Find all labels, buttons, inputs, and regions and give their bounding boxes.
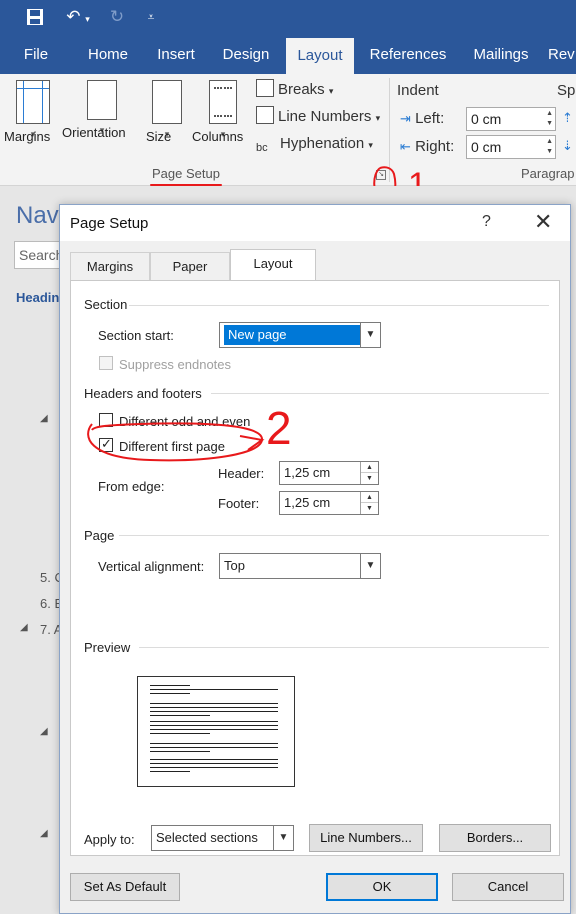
divider [119, 535, 549, 536]
tab-layout[interactable]: Layout [286, 38, 354, 74]
indent-right-icon: ⇤ [400, 139, 411, 154]
divider [211, 393, 549, 394]
cancel-button[interactable]: Cancel [452, 873, 564, 901]
set-as-default-button[interactable]: Set As Default [70, 873, 180, 901]
indent-left-input[interactable]: 0 cm ▲ ▼ [466, 107, 556, 131]
tab-paper[interactable]: Paper [150, 252, 230, 280]
nav-expand-icon[interactable]: ◢ [40, 413, 48, 424]
columns-icon [209, 80, 237, 124]
spinner-icon[interactable]: ▲ ▼ [546, 109, 553, 129]
suppress-endnotes-label: Suppress endnotes [119, 357, 232, 372]
spinner-icon[interactable]: ▲ ▼ [546, 137, 553, 157]
tab-insert[interactable]: Insert [148, 36, 204, 74]
tab-references[interactable]: References [362, 36, 454, 74]
indent-heading: Indent [397, 82, 439, 99]
paragraph-group-label: Paragrap [521, 166, 575, 181]
nav-headings-tab[interactable]: Headin [16, 290, 59, 305]
nav-expand-icon[interactable]: ◢ [40, 828, 48, 839]
from-edge-label: From edge: [98, 479, 165, 494]
breaks-icon [256, 79, 274, 97]
apply-to-label: Apply to: [84, 832, 135, 847]
size-button[interactable]: Size ▾ [146, 80, 188, 144]
page-setup-dialog: Page Setup ? ✕ Margins Paper Layout Sect… [59, 204, 571, 914]
margins-icon [16, 80, 50, 124]
nav-expand-icon[interactable]: ◢ [20, 622, 28, 633]
columns-button[interactable]: Columns ▾ [192, 80, 254, 144]
header-label: Header: [218, 466, 265, 481]
vertical-alignment-select[interactable]: Top ▼ [219, 553, 381, 579]
breaks-button[interactable]: Breaks ▾ [256, 78, 333, 102]
nav-search-input[interactable]: Search [14, 241, 64, 269]
divider [129, 305, 549, 306]
hyphenation-button[interactable]: bc Hyphenation ▾ [256, 132, 373, 156]
tab-file[interactable]: File [12, 36, 60, 74]
annotation-two: 2 [87, 402, 292, 462]
spacing-before-icon: ⇡ [562, 110, 573, 125]
line-numbers-dialog-button[interactable]: Line Numbers... [309, 824, 423, 852]
indent-left-icon: ⇥ [400, 111, 411, 126]
indent-right-input[interactable]: 0 cm ▲ ▼ [466, 135, 556, 159]
dialog-title: Page Setup [70, 215, 149, 232]
tab-layout-dialog[interactable]: Layout [230, 249, 316, 281]
preview-heading: Preview [84, 640, 131, 655]
footer-label: Footer: [218, 496, 260, 511]
ok-button[interactable]: OK [326, 873, 438, 901]
ribbon-tabs: File Home Insert Design Layout Reference… [0, 36, 576, 74]
spacing-after-icon: ⇣ [562, 138, 573, 153]
hyphenation-icon: bc [256, 142, 268, 154]
layout-tab-panel: Section Section start: New page ▼ Suppre… [70, 280, 560, 856]
indent-right-label: ⇤ Right: [400, 138, 455, 155]
undo-icon[interactable]: ↶ ▾ [58, 4, 98, 30]
page-preview [137, 676, 295, 787]
nav-expand-icon[interactable]: ◢ [40, 726, 48, 737]
section-start-label: Section start: [98, 328, 174, 343]
page-heading: Page [84, 528, 115, 543]
borders-button[interactable]: Borders... [439, 824, 551, 852]
vertical-alignment-label: Vertical alignment: [98, 559, 205, 574]
tab-review[interactable]: Rev [548, 36, 576, 74]
chevron-down-icon: ▼ [360, 554, 380, 578]
quick-access-toolbar: ↶ ▾ ↻ ⩡ [0, 0, 576, 36]
ribbon: Margins ▾ Orientation ▾ Size ▾ Columns ▾… [0, 74, 576, 186]
footer-distance-input[interactable]: 1,25 cm ▲ ▼ [279, 491, 379, 515]
page-setup-group-label: Page Setup [152, 166, 220, 181]
svg-text:2: 2 [266, 402, 292, 454]
customize-icon[interactable]: ⩡ [140, 4, 162, 30]
apply-to-select[interactable]: Selected sections ▼ [151, 825, 294, 851]
close-icon[interactable]: ✕ [534, 209, 552, 235]
spinner-icon[interactable]: ▲ ▼ [360, 492, 378, 514]
section-start-select[interactable]: New page ▼ [219, 322, 381, 348]
nav-title: Nav [16, 202, 59, 229]
chevron-down-icon: ▼ [273, 826, 293, 850]
redo-icon[interactable]: ↻ [104, 4, 130, 30]
line-numbers-button[interactable]: Line Numbers ▾ [256, 105, 380, 129]
tab-home[interactable]: Home [78, 36, 138, 74]
suppress-endnotes-checkbox[interactable] [99, 356, 113, 370]
orientation-button[interactable]: Orientation ▾ [62, 80, 142, 140]
chevron-down-icon: ▼ [360, 323, 380, 347]
line-numbers-icon [256, 106, 274, 124]
size-icon [152, 80, 182, 124]
tab-mailings[interactable]: Mailings [464, 36, 538, 74]
divider [139, 647, 549, 648]
indent-left-label: ⇥ Left: [400, 110, 445, 127]
tab-design[interactable]: Design [214, 36, 278, 74]
orientation-icon [87, 80, 117, 120]
spinner-icon[interactable]: ▲ ▼ [360, 462, 378, 484]
tab-margins[interactable]: Margins [70, 252, 150, 280]
section-heading: Section [84, 297, 128, 312]
dialog-title-bar: Page Setup ? ✕ [60, 205, 570, 241]
spacing-heading: Spa [557, 82, 576, 99]
margins-button[interactable]: Margins ▾ [4, 80, 62, 144]
save-icon[interactable] [22, 4, 48, 30]
help-button[interactable]: ? [482, 213, 491, 231]
